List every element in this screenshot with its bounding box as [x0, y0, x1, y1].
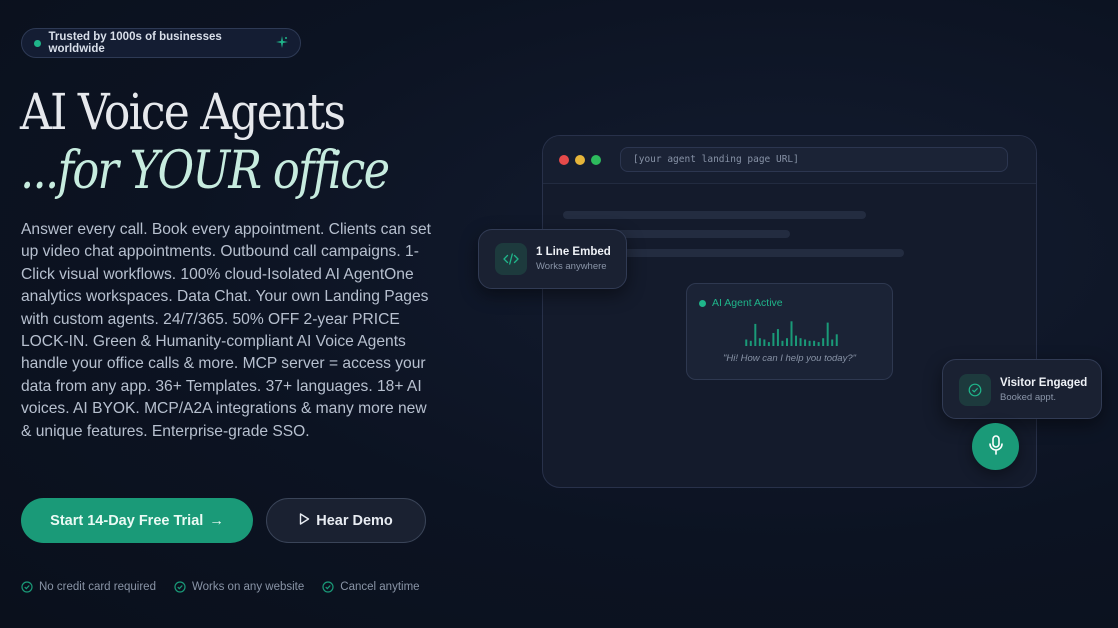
- url-placeholder: [your agent landing page URL]: [633, 154, 799, 165]
- check-label: Cancel anytime: [340, 581, 420, 593]
- waveform-bar: [795, 335, 798, 346]
- check-label: Works on any website: [191, 581, 305, 593]
- hero-description: Answer every call. Book every appointmen…: [21, 221, 431, 440]
- url-bar: [your agent landing page URL]: [620, 147, 1008, 172]
- embed-card-title: 1 Line Embed: [536, 246, 611, 258]
- play-icon: [299, 512, 310, 529]
- check-item: Works on any website: [174, 581, 304, 593]
- waveform-bar: [785, 338, 788, 346]
- hear-demo-button[interactable]: Hear Demo: [266, 498, 426, 543]
- waveform-bar: [749, 340, 752, 346]
- microphone-icon: [988, 435, 1004, 458]
- check-item: Cancel anytime: [322, 581, 420, 593]
- waveform-bar: [745, 339, 748, 346]
- voice-waveform: [745, 321, 838, 346]
- hero-title: AI Voice Agents: [20, 83, 346, 141]
- microphone-button[interactable]: [972, 423, 1019, 470]
- waveform-bar: [763, 339, 766, 346]
- minimize-dot-icon: [575, 155, 585, 165]
- visitor-card-subtitle: Booked appt.: [1000, 392, 1056, 403]
- status-dot-icon: [699, 299, 706, 307]
- waveform-bar: [817, 342, 820, 346]
- check-item: No credit card required: [21, 581, 156, 593]
- waveform-bar: [835, 334, 838, 346]
- close-dot-icon: [559, 155, 569, 165]
- check-label: No credit card required: [39, 581, 156, 593]
- agent-status-label: AI Agent Active: [712, 297, 783, 309]
- visitor-card-title: Visitor Engaged: [1000, 377, 1088, 389]
- skeleton-line: [563, 211, 866, 219]
- embed-card-subtitle: Works anywhere: [536, 261, 607, 272]
- waveform-bar: [799, 338, 802, 346]
- hear-demo-label: Hear Demo: [316, 512, 393, 529]
- status-dot-icon: [34, 39, 41, 47]
- agent-status-card: AI Agent Active "Hi! How can I help you …: [686, 283, 893, 380]
- check-circle-icon: [21, 581, 33, 593]
- trusted-badge-text: Trusted by 1000s of businesses worldwide: [48, 31, 222, 55]
- feature-checks: No credit card required Works on any web…: [21, 581, 420, 593]
- check-circle-icon: [959, 374, 991, 406]
- waveform-bar: [776, 329, 779, 346]
- waveform-bar: [772, 333, 775, 346]
- check-circle-icon: [322, 581, 334, 593]
- embed-card: 1 Line Embed Works anywhere: [478, 229, 627, 289]
- start-trial-button[interactable]: Start 14-Day Free Trial →: [21, 498, 253, 543]
- waveform-bar: [822, 338, 825, 346]
- hero-subtitle: ...for YOUR office: [20, 141, 390, 201]
- code-icon: [495, 243, 527, 275]
- arrow-right-icon: →: [209, 512, 224, 529]
- sparkle-icon: [276, 35, 288, 51]
- waveform-bar: [754, 323, 757, 346]
- waveform-bar: [790, 321, 793, 346]
- trusted-badge: Trusted by 1000s of businesses worldwide: [21, 28, 301, 58]
- browser-titlebar: [your agent landing page URL]: [543, 136, 1036, 184]
- agent-quote: "Hi! How can I help you today?": [723, 353, 856, 364]
- waveform-bar: [826, 322, 829, 346]
- waveform-bar: [804, 339, 807, 346]
- waveform-bar: [808, 340, 811, 346]
- waveform-bar: [758, 338, 761, 346]
- waveform-bar: [831, 339, 834, 346]
- maximize-dot-icon: [591, 155, 601, 165]
- visitor-card: Visitor Engaged Booked appt.: [942, 359, 1102, 419]
- waveform-bar: [813, 340, 816, 346]
- waveform-bar: [781, 340, 784, 346]
- check-circle-icon: [174, 581, 186, 593]
- agent-status: AI Agent Active: [699, 297, 783, 309]
- start-trial-label: Start 14-Day Free Trial: [50, 512, 204, 529]
- waveform-bar: [767, 342, 770, 346]
